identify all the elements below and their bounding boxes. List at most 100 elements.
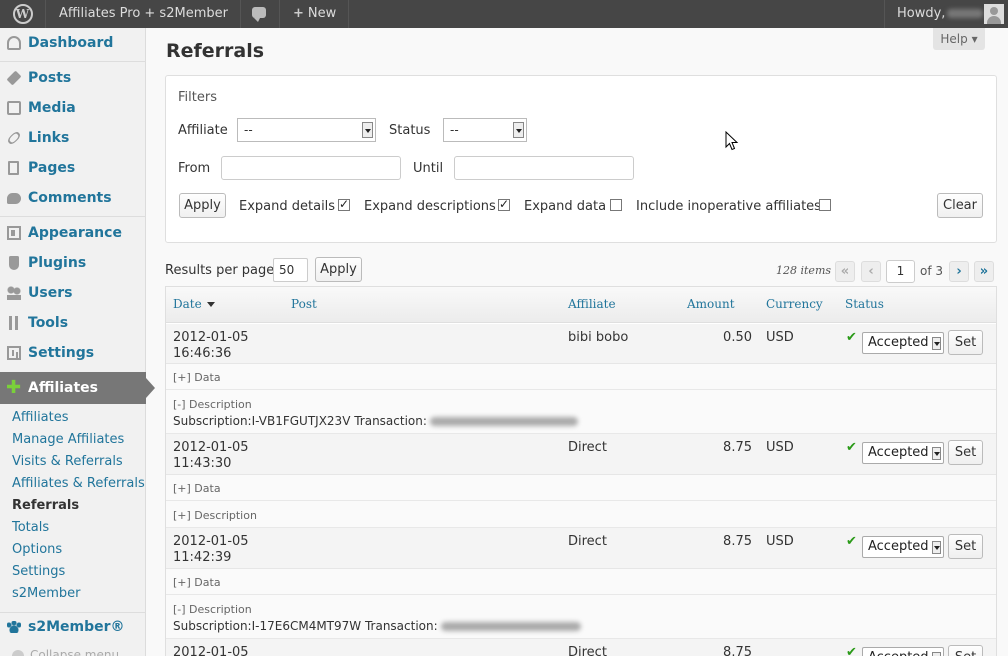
data-toggle-row: [+] Data	[166, 364, 996, 390]
menu-dashboard[interactable]: Dashboard	[0, 28, 146, 58]
submenu-manage-affiliates[interactable]: Manage Affiliates	[12, 431, 124, 449]
menu-media[interactable]: Media	[0, 93, 146, 123]
description-toggle[interactable]: [-] Description	[173, 398, 252, 411]
row-currency: USD	[766, 440, 794, 455]
data-toggle[interactable]: [+] Data	[173, 482, 221, 495]
accepted-check-icon: ✔	[846, 440, 857, 455]
submenu-options[interactable]: Options	[12, 541, 62, 559]
menu-comments[interactable]: Comments	[0, 183, 146, 213]
set-button[interactable]: Set	[948, 440, 983, 465]
menu-users[interactable]: Users	[0, 278, 146, 308]
menu-label: Affiliates	[28, 380, 99, 396]
status-select-value: --	[450, 123, 459, 137]
row-currency: USD	[766, 534, 794, 549]
description-toggle[interactable]: [-] Description	[173, 603, 252, 616]
expand-descriptions-checkbox[interactable]	[498, 197, 510, 211]
row-amount: 8.75	[723, 534, 752, 549]
status-select[interactable]: --	[443, 118, 527, 142]
description-value: Subscription:I-17E6CM4MT97W Transaction:	[173, 619, 438, 633]
new-content-menu[interactable]: + New	[281, 0, 350, 28]
filters-clear-button[interactable]: Clear	[937, 193, 983, 218]
column-currency[interactable]: Currency	[766, 297, 823, 311]
include-inoperative-checkbox[interactable]	[819, 199, 831, 211]
wordpress-logo-menu[interactable]: W	[0, 0, 46, 28]
next-page-button[interactable]: ›	[949, 261, 969, 282]
submenu-visits-referrals[interactable]: Visits & Referrals	[12, 453, 123, 471]
expand-details-label: Expand details	[239, 199, 336, 214]
column-status[interactable]: Status	[845, 297, 884, 311]
include-inoperative-label: Include inoperative affiliates	[636, 199, 821, 214]
row-time: 11:42:39	[173, 550, 232, 565]
menu-tools[interactable]: Tools	[0, 308, 146, 338]
column-affiliate[interactable]: Affiliate	[568, 297, 616, 311]
first-page-button[interactable]: «	[835, 261, 855, 282]
from-label: From	[178, 161, 211, 176]
users-icon	[7, 286, 21, 300]
site-name-link[interactable]: Affiliates Pro + s2Member	[47, 0, 241, 28]
description-row: [+] Description	[166, 501, 996, 528]
submenu-affiliates-referrals[interactable]: Affiliates & Referrals	[12, 475, 145, 493]
data-toggle-row: [+] Data	[166, 569, 996, 595]
comment-icon	[7, 193, 21, 204]
row-date: 2012-01-05	[173, 645, 249, 656]
until-date-input[interactable]	[454, 156, 634, 180]
page-title: Referrals	[166, 40, 265, 62]
help-button[interactable]: Help ▾	[933, 28, 985, 50]
settings-icon	[7, 346, 21, 360]
menu-posts[interactable]: Posts	[0, 63, 146, 93]
menu-plugins[interactable]: Plugins	[0, 248, 146, 278]
description-row: [-] Description Subscription:I-17E6CM4MT…	[166, 595, 996, 639]
affiliate-select[interactable]: --	[237, 118, 376, 142]
results-per-page-input[interactable]: 50	[273, 258, 308, 282]
from-date-input[interactable]	[221, 156, 401, 180]
row-affiliate: Direct	[568, 534, 607, 549]
plus-icon: +	[293, 6, 304, 21]
blurred-username	[947, 9, 984, 18]
column-date[interactable]: Date	[173, 297, 215, 311]
results-apply-button[interactable]: Apply	[315, 257, 362, 282]
howdy-text: Howdy,	[897, 6, 946, 21]
data-toggle[interactable]: [+] Data	[173, 371, 221, 384]
row-time: 16:46:36	[173, 346, 232, 361]
description-value: Subscription:I-VB1FGUTJX23V Transaction:	[173, 414, 427, 428]
status-select[interactable]: Accepted	[862, 442, 944, 464]
expand-data-checkbox[interactable]	[610, 199, 622, 211]
submenu-settings[interactable]: Settings	[12, 563, 65, 581]
expand-details-checkbox[interactable]	[338, 197, 350, 211]
mouse-cursor-icon	[725, 131, 739, 151]
prev-page-button[interactable]: ‹	[861, 261, 881, 282]
status-select[interactable]: Accepted	[862, 536, 944, 558]
column-amount[interactable]: Amount	[687, 297, 735, 311]
avatar	[984, 4, 1004, 24]
set-button[interactable]: Set	[948, 330, 983, 355]
menu-s2member[interactable]: s2Member®	[0, 612, 146, 640]
row-affiliate: Direct	[568, 440, 607, 455]
comments-link[interactable]	[238, 0, 280, 28]
submenu-totals[interactable]: Totals	[12, 519, 49, 537]
blurred-transaction-id	[429, 417, 578, 426]
menu-links[interactable]: Links	[0, 123, 146, 153]
menu-label: Plugins	[28, 255, 87, 271]
status-select[interactable]: Accepted	[862, 332, 944, 354]
menu-appearance[interactable]: Appearance	[0, 218, 146, 248]
filters-apply-button[interactable]: Apply	[179, 193, 226, 218]
collapse-menu[interactable]: Collapse menu	[12, 648, 119, 656]
column-post[interactable]: Post	[291, 297, 317, 311]
accepted-check-icon: ✔	[846, 534, 857, 549]
submenu-affiliates[interactable]: Affiliates	[12, 409, 69, 427]
menu-pages[interactable]: Pages	[0, 153, 146, 183]
submenu-referrals[interactable]: Referrals	[12, 497, 79, 515]
current-page-input[interactable]: 1	[886, 260, 915, 283]
description-toggle[interactable]: [+] Description	[173, 509, 257, 522]
set-button[interactable]: Set	[948, 645, 983, 656]
collapse-label: Collapse menu	[30, 648, 120, 656]
set-button[interactable]: Set	[948, 534, 983, 559]
menu-affiliates[interactable]: ✚ Affiliates	[0, 372, 155, 404]
status-select[interactable]: Accepted	[862, 647, 944, 656]
account-menu[interactable]: Howdy,	[884, 0, 1008, 28]
submenu-s2member[interactable]: s2Member	[12, 585, 81, 603]
data-toggle[interactable]: [+] Data	[173, 576, 221, 589]
row-amount: 8.75	[723, 645, 752, 656]
menu-settings[interactable]: Settings	[0, 338, 146, 368]
last-page-button[interactable]: »	[974, 261, 994, 282]
